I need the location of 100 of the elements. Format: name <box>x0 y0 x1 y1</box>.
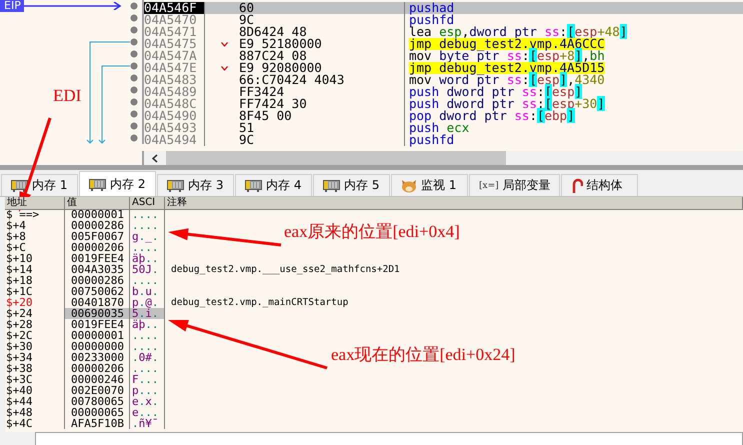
address-cell: 04A5494 <box>144 134 205 146</box>
ascii-cell: b.u. <box>130 286 165 297</box>
value-cell: 00000001 <box>65 209 130 220</box>
value-cell: 00000206 <box>65 242 130 253</box>
instruction-cell-text: pushfd <box>408 134 454 146</box>
column-header[interactable]: 注释 <box>165 197 743 210</box>
address-cell: 04A5483 <box>144 74 205 86</box>
breakpoint-dot[interactable] <box>130 50 138 58</box>
breakpoint-dot[interactable] <box>130 74 138 82</box>
breakpoint-dot[interactable] <box>130 86 138 94</box>
breakpoint-dot[interactable] <box>130 62 138 70</box>
instruction-cell-text: pushfd <box>408 14 454 26</box>
address-cell: $+20 <box>5 297 65 308</box>
address-cell: $+18 <box>5 275 65 286</box>
address-cell: $+4 <box>5 220 65 231</box>
ascii-cell: .... <box>130 363 165 374</box>
column-header[interactable]: ASCI <box>130 197 165 210</box>
address-cell: 04A548C <box>144 98 205 110</box>
address-cell: $+14 <box>5 264 65 275</box>
value-cell: 00000065 <box>65 407 130 418</box>
value-cell: 00780065 <box>65 396 130 407</box>
ascii-cell: 50J. <box>130 264 165 275</box>
breakpoint-dot[interactable] <box>130 14 138 22</box>
tab[interactable]: 内存 3 <box>157 174 234 196</box>
ascii-cell: g._. <box>130 231 165 242</box>
value-cell: 00750062 <box>65 286 130 297</box>
instruction-cell-text: pop dword ptr ss:[ebp] <box>408 110 575 122</box>
breakpoint-dot[interactable] <box>130 26 138 34</box>
address-cell: 04A547A <box>144 50 205 62</box>
breakpoint-dot[interactable] <box>130 38 138 46</box>
comment-cell: debug_test2.vmp.___use_sse2_mathfcns+2D1 <box>171 264 400 275</box>
bytes-cell: 8D6424 48 <box>239 26 307 38</box>
address-cell: $+2C <box>5 330 65 341</box>
chevron-left-icon <box>151 154 159 162</box>
breakpoint-dot[interactable] <box>130 110 138 118</box>
address-cell: 04A5475 <box>144 38 205 50</box>
ascii-cell: e... <box>130 407 165 418</box>
value-cell: 00000246 <box>65 374 130 385</box>
instruction-cell-text: push ecx <box>408 122 470 134</box>
column-header[interactable]: 值 <box>65 197 130 210</box>
memory-chip-icon <box>323 179 340 192</box>
address-cell: 04A5493 <box>144 122 205 134</box>
bytes-cell: E9 52180000 <box>239 38 322 50</box>
bytes-cell: 9C <box>239 14 254 26</box>
address-cell: 04A5471 <box>144 26 205 38</box>
ascii-cell: .... <box>130 341 165 352</box>
instruction-cell-text: pushad <box>408 2 454 14</box>
value-cell: 00000206 <box>65 363 130 374</box>
ascii-cell: 5.i. <box>130 308 165 319</box>
address-cell: 04A546F <box>144 2 205 14</box>
bytes-cell: FF7424 30 <box>239 98 307 110</box>
breakpoint-dot[interactable] <box>130 2 138 10</box>
value-cell: 002E0070 <box>65 385 130 396</box>
breakpoint-dot[interactable] <box>130 98 138 106</box>
bytes-cell: 887C24 08 <box>239 50 307 62</box>
address-cell: $+8 <box>5 231 65 242</box>
command-field[interactable] <box>35 432 743 445</box>
ascii-cell: äþ.. <box>130 319 165 330</box>
address-cell: 04A547E <box>144 62 205 74</box>
address-cell: 04A5489 <box>144 86 205 98</box>
address-cell: $+40 <box>5 385 65 396</box>
bytes-cell: 66:C70424 4043 <box>239 74 344 86</box>
tab[interactable]: 内存 5 <box>313 174 390 196</box>
scrollbar-thumb[interactable] <box>166 151 506 165</box>
tab[interactable]: [x=] 局部变量 <box>469 174 560 196</box>
annotation-text: EDI <box>53 86 82 106</box>
ascii-cell: .... <box>130 275 165 286</box>
memory-chip-icon <box>89 178 106 190</box>
value-cell: 005F0067 <box>65 231 130 242</box>
address-cell: $+48 <box>5 407 65 418</box>
tab[interactable]: 内存 1 <box>1 174 78 196</box>
address-cell: $+30 <box>5 341 65 352</box>
tab[interactable]: 内存 4 <box>235 174 312 196</box>
address-cell: $+38 <box>5 363 65 374</box>
ascii-cell: .... <box>130 330 165 341</box>
address-cell: $+1C <box>5 286 65 297</box>
address-cell: 04A5470 <box>144 14 205 26</box>
ascii-cell: .... <box>130 220 165 231</box>
value-cell: 0019FEE4 <box>65 319 130 330</box>
address-cell: $+C <box>5 242 65 253</box>
bytes-cell: E9 92080000 <box>239 62 322 74</box>
tab[interactable]: 监视 1 <box>391 174 468 196</box>
value-cell: AFA5F10B <box>65 418 130 429</box>
bytes-cell: 51 <box>239 122 254 134</box>
address-cell: $+10 <box>5 253 65 264</box>
breakpoint-dot[interactable] <box>130 134 138 142</box>
bytes-cell: 60 <box>239 2 254 14</box>
address-cell: 04A5490 <box>144 110 205 122</box>
value-cell: 00000286 <box>65 275 130 286</box>
annotation-text: eax现在的位置[edi+0x24] <box>331 345 516 365</box>
bytes-cell: 8F45 00 <box>239 110 292 122</box>
address-cell: $+28 <box>5 319 65 330</box>
tab[interactable]: 内存 2 <box>79 171 156 196</box>
tab[interactable]: 结构体 <box>560 174 638 196</box>
value-cell: 00000001 <box>65 330 130 341</box>
ascii-cell: F... <box>130 374 165 385</box>
animal-head-icon <box>401 178 417 193</box>
address-cell: $+34 <box>5 352 65 363</box>
breakpoint-dot[interactable] <box>130 122 138 130</box>
value-cell: 004A3035 <box>65 264 130 275</box>
